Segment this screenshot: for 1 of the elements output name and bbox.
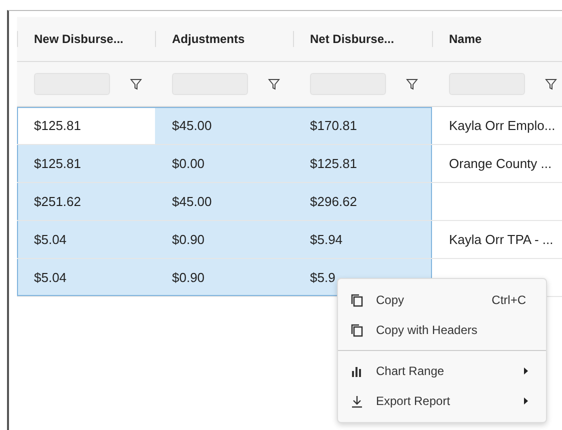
shortcut-label: Ctrl+C <box>492 293 526 307</box>
